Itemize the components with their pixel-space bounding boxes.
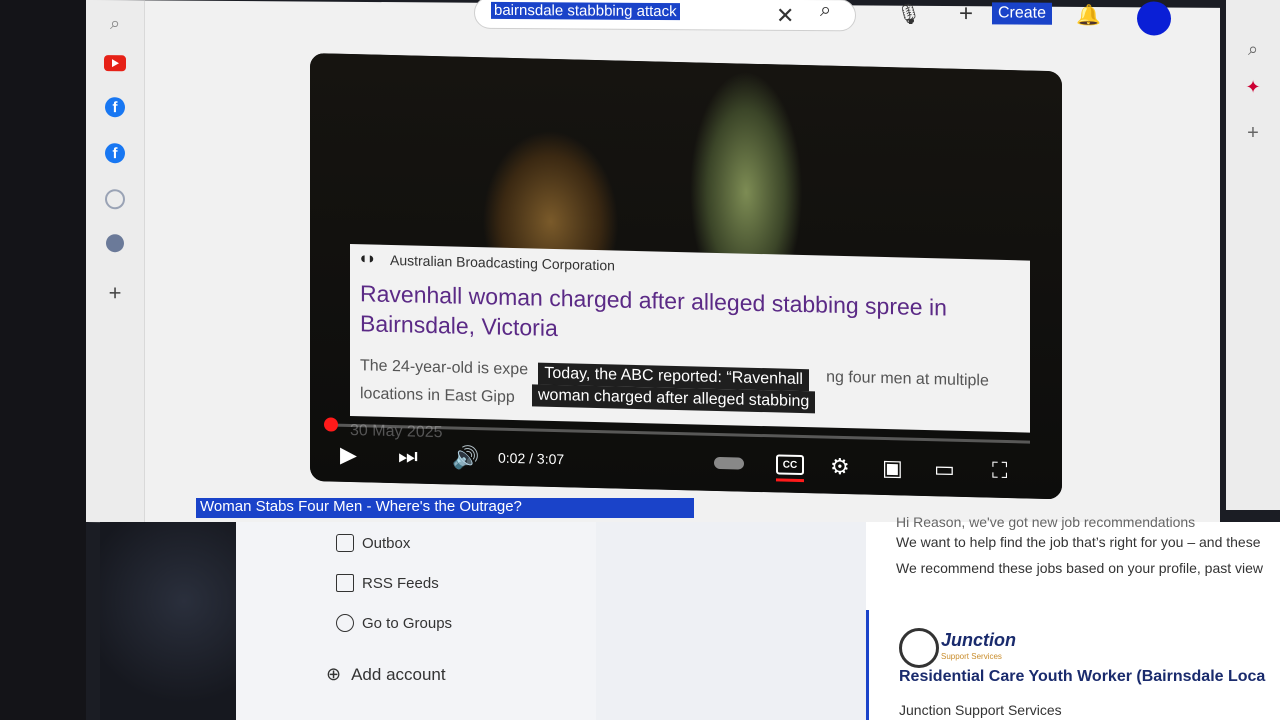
next-icon[interactable]: ⏭ (398, 443, 418, 469)
progress-scrubber[interactable] (324, 417, 338, 432)
job-title-link[interactable]: Residential Care Youth Worker (Bairnsdal… (899, 668, 1265, 686)
loading-icon[interactable] (102, 186, 128, 212)
add-person-icon: ⊕ (326, 664, 342, 684)
miniplayer-icon[interactable]: ▣ (882, 455, 903, 482)
publisher-name: Australian Broadcasting Corporation (390, 251, 615, 274)
facebook-icon[interactable]: f (102, 94, 128, 120)
snippet-part2: ng four men at multiple (826, 368, 989, 390)
employer-logo-subtext: Support Services (941, 652, 1002, 661)
mail-item-rss-feeds[interactable]: RSS Feeds (336, 574, 439, 592)
clear-search-icon[interactable]: ✕ (776, 3, 794, 29)
fullscreen-icon[interactable]: ⛶ (992, 458, 1007, 484)
youtube-header: bairnsdale stabbbing attack ✕ ⌕ 🎙 + Crea… (144, 0, 1272, 63)
time-display: 0:02 / 3:07 (498, 449, 565, 468)
plus-icon[interactable]: + (959, 0, 973, 28)
play-icon[interactable]: ▶ (340, 442, 357, 468)
company-name: Junction Support Services (899, 702, 1062, 718)
video-player[interactable]: ◖◗ Australian Broadcasting Corporation R… (310, 53, 1062, 500)
folder-icon (336, 574, 354, 592)
globe-icon[interactable] (102, 230, 128, 256)
search-query: bairnsdale stabbbing attack (491, 1, 680, 21)
job-intro-line2: We recommend these jobs based on your pr… (896, 560, 1264, 576)
avatar[interactable] (1137, 1, 1171, 36)
captions-active-indicator (776, 478, 804, 483)
browser-right-panel: ⌕ ✦ + (1226, 0, 1280, 510)
job-recommendations-pane: Hi Reason, we've got new job recommendat… (866, 514, 1280, 720)
search-input[interactable]: bairnsdale stabbbing attack (474, 0, 856, 32)
caption-overlay: Today, the ABC reported: “Ravenhall woma… (532, 362, 816, 414)
youtube-icon[interactable] (102, 50, 128, 76)
search-icon[interactable]: ⌕ (102, 10, 128, 36)
outbox-icon (336, 534, 354, 552)
browser-window: ⌕ f f + bairnsdale stabbbing attack ✕ ⌕ … (86, 0, 1272, 530)
bell-icon[interactable]: 🔔 (1076, 3, 1101, 28)
mail-list-pane (596, 522, 866, 720)
copilot-icon[interactable]: ✦ (1240, 74, 1266, 100)
search-icon[interactable]: ⌕ (820, 0, 831, 22)
add-account-label: Add account (351, 664, 446, 684)
job-card[interactable]: Junction Support Services Residential Ca… (866, 610, 1280, 720)
mail-item-label: Go to Groups (362, 614, 453, 632)
job-intro-header: Hi Reason, we've got new job recommendat… (896, 514, 1196, 530)
desktop-background (100, 522, 240, 720)
microphone-icon[interactable]: 🎙 (896, 2, 921, 27)
mail-item-outbox[interactable]: Outbox (336, 534, 410, 552)
junction-logo-icon (899, 628, 939, 668)
next-video-title[interactable]: Woman Stabs Four Men - Where's the Outra… (196, 498, 694, 518)
autoplay-toggle[interactable] (714, 456, 744, 470)
add-account-button[interactable]: ⊕ Add account (326, 664, 446, 685)
mail-sidebar: Outbox RSS Feeds Go to Groups ⊕ Add acco… (236, 522, 596, 720)
employer-logo-text: Junction (941, 630, 1016, 650)
facebook-icon-2[interactable]: f (102, 140, 128, 166)
settings-gear-icon[interactable]: ⚙ (830, 454, 850, 480)
snippet-part1: The 24-year-old is expe (360, 357, 529, 379)
search-icon-right[interactable]: ⌕ (1240, 36, 1266, 62)
abc-logo-icon: ◖◗ (358, 250, 376, 268)
mail-item-label: Outbox (362, 534, 411, 552)
mail-item-label: RSS Feeds (362, 574, 439, 592)
add-icon[interactable]: + (102, 280, 128, 306)
volume-icon[interactable]: 🔊 (452, 444, 479, 471)
article-headline: Ravenhall woman charged after alleged st… (360, 280, 947, 342)
captions-button[interactable]: CC (776, 454, 804, 476)
add-icon-right[interactable]: + (1240, 120, 1266, 146)
theater-mode-icon[interactable]: ▭ (934, 456, 955, 483)
snippet-line2: locations in East Gipp (360, 385, 515, 407)
groups-icon (336, 614, 354, 632)
create-button[interactable]: Create (992, 2, 1053, 25)
job-intro-line1: We want to help find the job that’s righ… (896, 534, 1261, 550)
monitor-bezel (0, 0, 86, 720)
mail-item-groups[interactable]: Go to Groups (336, 614, 452, 632)
browser-sidebar: ⌕ f f + (86, 0, 145, 523)
